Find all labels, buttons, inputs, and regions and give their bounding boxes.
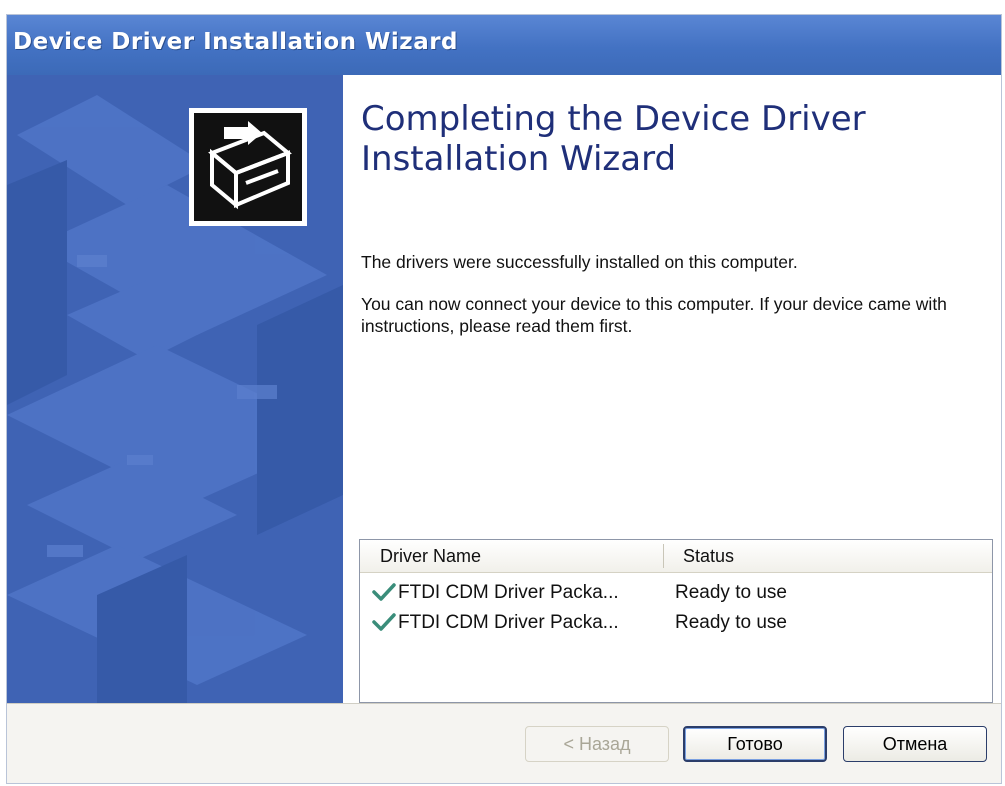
wizard-window: Device Driver Installation Wizard Comple… — [6, 14, 1002, 784]
back-button[interactable]: < Назад — [525, 726, 669, 762]
title-line-2: Installation Wizard — [361, 139, 677, 179]
checkmark-icon — [372, 582, 396, 602]
driver-name: FTDI CDM Driver Packa... — [398, 612, 619, 633]
instructions-message: You can now connect your device to this … — [361, 294, 947, 336]
table-row[interactable]: FTDI CDM Driver Packa... Ready to use — [360, 578, 992, 608]
page-title: Completing the Device Driver Installatio… — [361, 99, 921, 179]
column-separator[interactable] — [663, 544, 664, 568]
table-row[interactable]: FTDI CDM Driver Packa... Ready to use — [360, 608, 992, 638]
success-message: The drivers were successfully installed … — [361, 252, 798, 272]
title-line-1: Completing the Device Driver — [361, 99, 866, 139]
driver-status: Ready to use — [675, 612, 787, 633]
window-title: Device Driver Installation Wizard — [13, 29, 459, 55]
driver-list[interactable]: Driver Name Status FTDI CDM Driver Packa… — [359, 539, 993, 703]
column-header-status[interactable]: Status — [683, 546, 734, 567]
cancel-button[interactable]: Отмена — [843, 726, 987, 762]
title-bar[interactable]: Device Driver Installation Wizard — [7, 15, 1001, 75]
wizard-side-panel — [7, 75, 343, 703]
column-header-driver-name[interactable]: Driver Name — [380, 546, 481, 567]
driver-status: Ready to use — [675, 582, 787, 603]
table-header: Driver Name Status — [360, 540, 992, 573]
checkmark-icon — [372, 612, 396, 632]
driver-install-icon — [189, 108, 307, 226]
driver-name: FTDI CDM Driver Packa... — [398, 582, 619, 603]
button-bar: < Назад Готово Отмена — [7, 703, 1001, 783]
wizard-content: Completing the Device Driver Installatio… — [343, 75, 1001, 703]
finish-button[interactable]: Готово — [683, 726, 827, 762]
